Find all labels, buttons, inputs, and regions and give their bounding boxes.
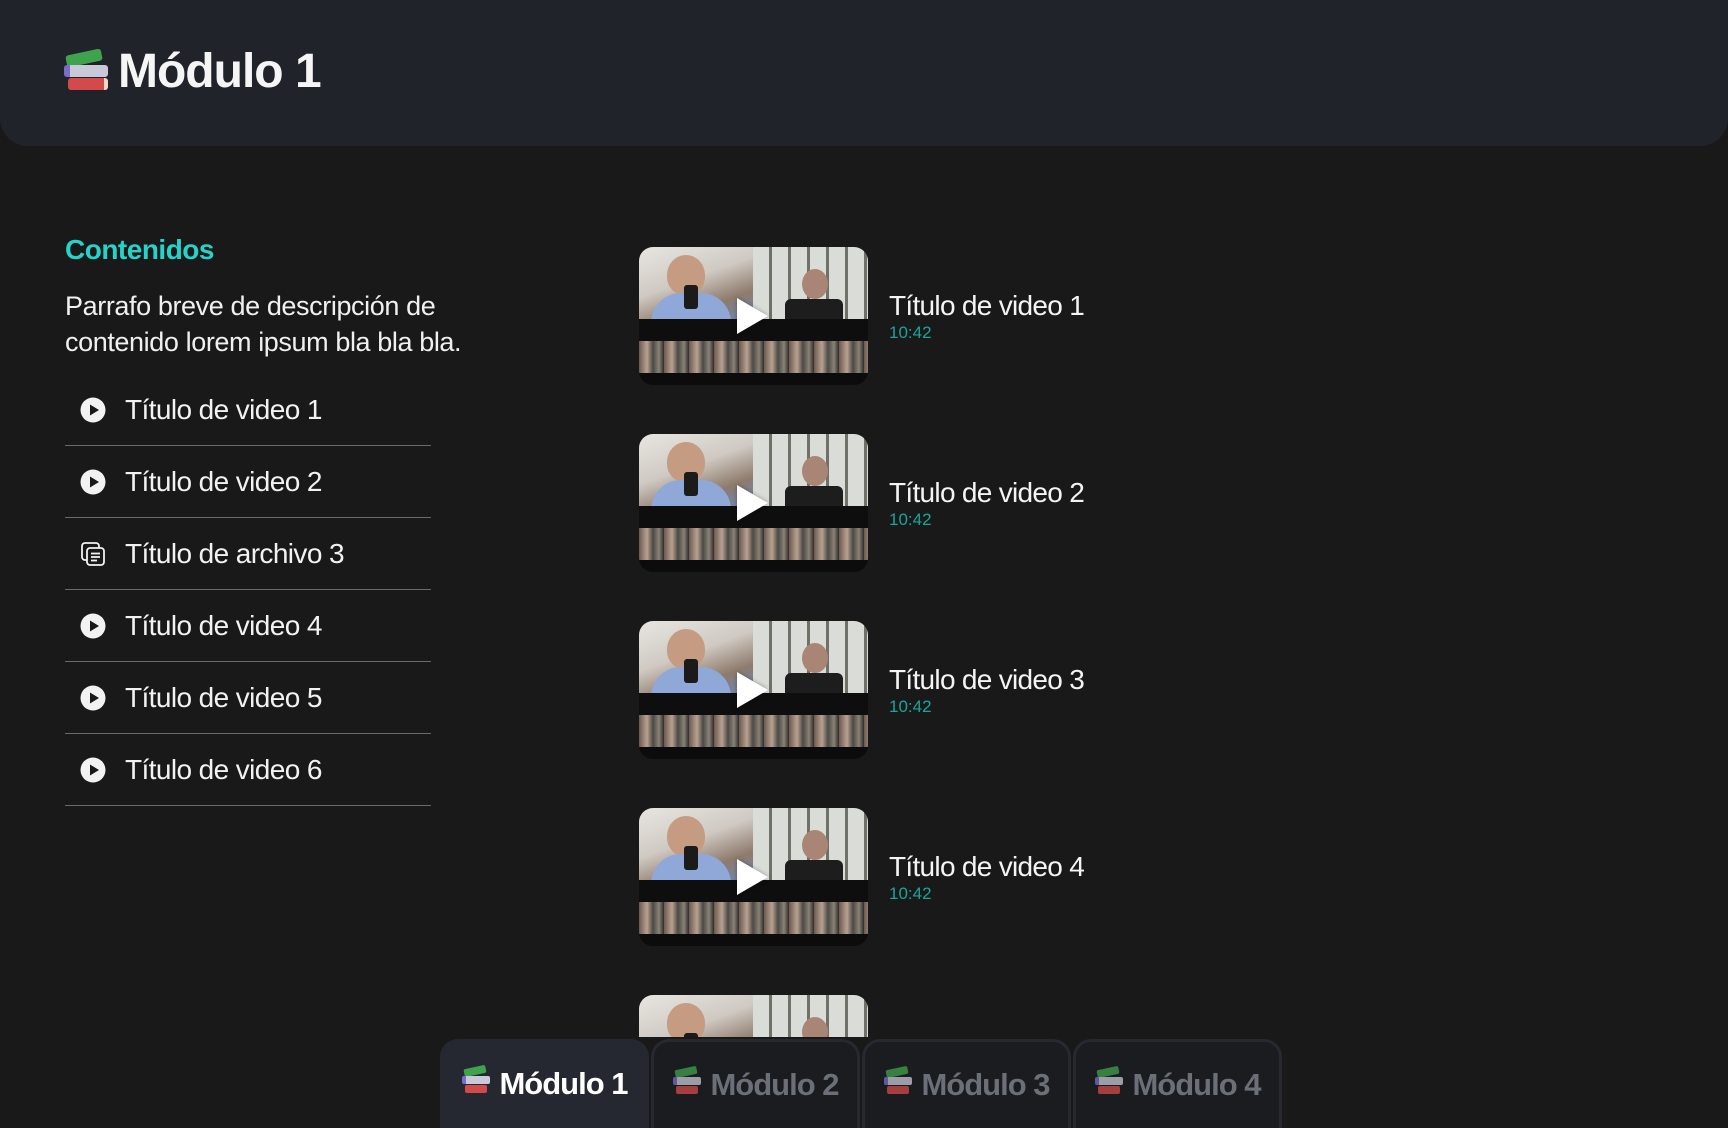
video-title: Título de video 3 — [889, 663, 1085, 695]
document-icon — [79, 540, 107, 568]
play-icon[interactable] — [737, 298, 768, 334]
books-icon — [883, 1065, 913, 1095]
books-icon — [672, 1065, 702, 1095]
content-item-label: Título de archivo 3 — [125, 537, 345, 569]
video-title: Título de video 1 — [889, 289, 1085, 321]
play-circle-icon — [79, 756, 107, 784]
tab-modulo-4[interactable]: Módulo 4 — [1073, 1039, 1282, 1128]
video-list[interactable]: Título de video 1 10:42 Título de video … — [639, 247, 1339, 1037]
header-bar: Módulo 1 — [0, 0, 1728, 146]
tab-modulo-3[interactable]: Módulo 3 — [862, 1039, 1071, 1128]
contents-heading: Contenidos — [65, 234, 215, 265]
content-item-label: Título de video 4 — [125, 609, 322, 641]
tab-label: Módulo 3 — [921, 1067, 1050, 1102]
play-circle-icon — [79, 468, 107, 496]
content-item-label: Título de video 5 — [125, 681, 322, 713]
video-card-3[interactable]: Título de video 3 10:42 — [639, 621, 1339, 759]
video-duration: 10:42 — [889, 509, 932, 529]
video-duration: 10:42 — [889, 322, 932, 342]
video-info: Título de video 1 10:42 — [889, 289, 1085, 343]
video-title: Título de video 2 — [889, 476, 1085, 508]
content-item-label: Título de video 2 — [125, 465, 322, 497]
video-card-5[interactable] — [639, 995, 1339, 1037]
video-info: Título de video 3 10:42 — [889, 663, 1085, 717]
contents-panel: Contenidos Parrafo breve de descripción … — [65, 234, 585, 806]
content-item-video-1[interactable]: Título de video 1 — [65, 374, 431, 446]
video-duration: 10:42 — [889, 883, 932, 903]
content-item-label: Título de video 6 — [125, 753, 322, 785]
video-thumbnail[interactable] — [639, 808, 868, 946]
video-card-2[interactable]: Título de video 2 10:42 — [639, 434, 1339, 572]
play-circle-icon — [79, 612, 107, 640]
play-icon[interactable] — [737, 672, 768, 708]
content-item-file-3[interactable]: Título de archivo 3 — [65, 518, 431, 590]
play-circle-icon — [79, 684, 107, 712]
content-list: Título de video 1 Título de video 2 Títu… — [65, 374, 431, 806]
video-thumbnail[interactable] — [639, 621, 868, 759]
video-thumbnail[interactable] — [639, 995, 868, 1037]
content-item-video-4[interactable]: Título de video 4 — [65, 590, 431, 662]
books-icon — [461, 1064, 491, 1094]
books-icon — [62, 47, 108, 94]
header-title-group: Módulo 1 — [62, 44, 322, 99]
tab-label: Módulo 1 — [499, 1065, 628, 1101]
tab-label: Módulo 4 — [1132, 1067, 1261, 1102]
video-info: Título de video 2 10:42 — [889, 476, 1085, 530]
books-icon — [1094, 1065, 1124, 1095]
content-item-label: Título de video 1 — [125, 393, 322, 425]
video-card-1[interactable]: Título de video 1 10:42 — [639, 247, 1339, 385]
video-card-4[interactable]: Título de video 4 10:42 — [639, 808, 1339, 946]
video-thumbnail[interactable] — [639, 247, 868, 385]
play-circle-icon — [79, 396, 107, 424]
video-duration: 10:42 — [889, 696, 932, 716]
video-info: Título de video 4 10:42 — [889, 850, 1085, 904]
video-title: Título de video 4 — [889, 850, 1085, 882]
play-icon[interactable] — [737, 859, 768, 895]
content-item-video-6[interactable]: Título de video 6 — [65, 734, 431, 806]
content-item-video-5[interactable]: Título de video 5 — [65, 662, 431, 734]
contents-description: Parrafo breve de descripción de contenid… — [65, 291, 462, 357]
video-thumbnail[interactable] — [639, 434, 868, 572]
page-title: Módulo 1 — [118, 45, 322, 98]
tab-modulo-2[interactable]: Módulo 2 — [651, 1039, 860, 1128]
module-tab-bar: Módulo 1 Módulo 2 Módulo 3 Módulo 4 — [440, 1039, 1284, 1128]
content-item-video-2[interactable]: Título de video 2 — [65, 446, 431, 518]
tab-label: Módulo 2 — [710, 1067, 839, 1102]
tab-modulo-1[interactable]: Módulo 1 — [440, 1039, 649, 1128]
play-icon[interactable] — [737, 485, 768, 521]
